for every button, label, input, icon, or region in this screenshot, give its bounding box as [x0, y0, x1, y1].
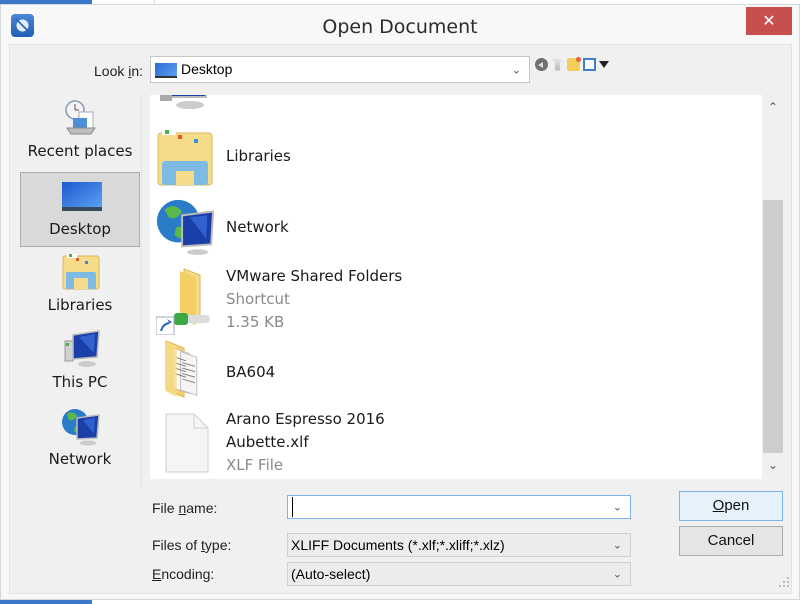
desktop-icon — [62, 182, 102, 211]
sidebar-item-this-pc[interactable]: This PC — [20, 326, 140, 401]
libraries-icon — [62, 254, 100, 290]
file-list[interactable]: Libraries Network VMware Shared Folders … — [150, 95, 762, 479]
look-in-value: Desktop — [181, 61, 233, 77]
network-icon — [62, 409, 100, 446]
label-accelerator: E — [152, 566, 162, 582]
file-type: XLF File — [226, 456, 284, 474]
label-suffix: ype: — [204, 537, 232, 553]
recent-places-icon — [65, 100, 96, 135]
libraries-icon — [157, 129, 213, 186]
file-name: Network — [226, 218, 289, 236]
files-of-type-value: XLIFF Documents (*.xlf;*.xliff;*.xlz) — [291, 537, 505, 553]
list-item-partial[interactable] — [150, 95, 750, 111]
button-accelerator: O — [712, 497, 725, 514]
new-folder-icon[interactable] — [567, 56, 581, 71]
label-suffix: ame: — [186, 500, 218, 516]
look-in-label-suffix: n: — [131, 63, 144, 79]
sidebar-item-network[interactable]: Network — [20, 403, 140, 478]
shortcut-folder-icon — [156, 268, 210, 335]
up-folder-icon[interactable] — [551, 57, 564, 71]
computer-icon — [160, 95, 207, 109]
file-name: Libraries — [226, 147, 291, 165]
sidebar-item-label: Network — [48, 450, 112, 468]
open-button[interactable]: Open — [679, 491, 783, 521]
this-pc-icon — [64, 330, 100, 367]
sidebar-item-libraries[interactable]: Libraries — [20, 249, 140, 324]
scroll-up-icon[interactable]: ⌃ — [762, 100, 784, 118]
list-item[interactable]: VMware Shared Folders Shortcut 1.35 KB — [150, 265, 750, 337]
navigation-toolbar — [535, 56, 609, 72]
file-name: VMware Shared Folders — [226, 267, 403, 285]
file-size: 1.35 KB — [226, 313, 285, 331]
scroll-down-icon[interactable]: ⌄ — [762, 458, 784, 476]
chevron-down-icon: ⌄ — [612, 539, 622, 552]
list-item[interactable]: Libraries — [150, 125, 750, 189]
encoding-dropdown[interactable]: (Auto-select) ⌄ — [287, 562, 631, 586]
file-icon — [165, 413, 209, 473]
list-item[interactable]: Network — [150, 192, 750, 262]
sidebar-item-label: Libraries — [47, 296, 113, 314]
vertical-scrollbar[interactable]: ⌃ ⌄ — [762, 95, 784, 479]
file-name-line2: Aubette.xlf — [226, 433, 309, 451]
close-button[interactable]: ✕ — [746, 7, 792, 35]
view-menu-icon[interactable] — [583, 57, 596, 71]
label-text: Files of — [152, 537, 202, 553]
file-name-label: File name: — [152, 500, 217, 516]
files-of-type-dropdown[interactable]: XLIFF Documents (*.xlf;*.xliff;*.xlz) ⌄ — [287, 533, 631, 557]
button-label: pen — [724, 497, 750, 514]
back-icon[interactable] — [535, 57, 548, 71]
folder-icon — [165, 340, 198, 398]
dropdown-arrow-icon[interactable] — [599, 60, 609, 68]
file-name-input[interactable]: ⌄ — [287, 495, 631, 519]
chevron-down-icon[interactable]: ⌄ — [613, 501, 622, 514]
sidebar-item-label: Desktop — [49, 220, 111, 238]
label-text: File — [152, 500, 179, 516]
dialog-client-area: Look in: Desktop ⌄ Recent places Desktop… — [9, 44, 792, 594]
cancel-button[interactable]: Cancel — [679, 526, 783, 556]
scroll-thumb[interactable] — [763, 200, 783, 453]
list-item[interactable]: BA604 — [150, 339, 750, 407]
sidebar-item-recent-places[interactable]: Recent places — [20, 95, 140, 170]
chevron-down-icon: ⌄ — [511, 64, 521, 76]
label-suffix: ncoding: — [161, 566, 215, 582]
resize-grip-icon[interactable] — [779, 577, 789, 587]
desktop-icon — [155, 63, 177, 78]
sidebar-item-label: Recent places — [27, 142, 133, 160]
open-document-dialog: Open Document ✕ Look in: Desktop ⌄ Recen… — [0, 4, 800, 600]
file-type: Shortcut — [226, 290, 290, 308]
file-name: BA604 — [226, 363, 276, 381]
look-in-label-text: Look — [94, 63, 129, 79]
places-sidebar: Recent places Desktop Libraries This PC … — [19, 95, 142, 489]
look-in-label: Look in: — [94, 63, 143, 79]
encoding-label: Encoding: — [152, 566, 214, 582]
file-name: Arano Espresso 2016 — [226, 410, 385, 428]
title-bar[interactable]: Open Document ✕ — [1, 5, 799, 45]
list-item[interactable]: Arano Espresso 2016 Aubette.xlf XLF File — [150, 408, 750, 479]
network-icon — [156, 199, 214, 256]
taskbar-strip-bottom — [0, 600, 92, 604]
sidebar-item-desktop[interactable]: Desktop — [20, 172, 140, 247]
dialog-title: Open Document — [322, 16, 478, 38]
chevron-down-icon: ⌄ — [612, 568, 622, 581]
sidebar-item-label: This PC — [52, 373, 108, 391]
encoding-value: (Auto-select) — [291, 566, 371, 582]
file-name-field[interactable] — [292, 497, 592, 517]
files-of-type-label: Files of type: — [152, 537, 231, 553]
look-in-dropdown[interactable]: Desktop ⌄ — [150, 56, 530, 83]
